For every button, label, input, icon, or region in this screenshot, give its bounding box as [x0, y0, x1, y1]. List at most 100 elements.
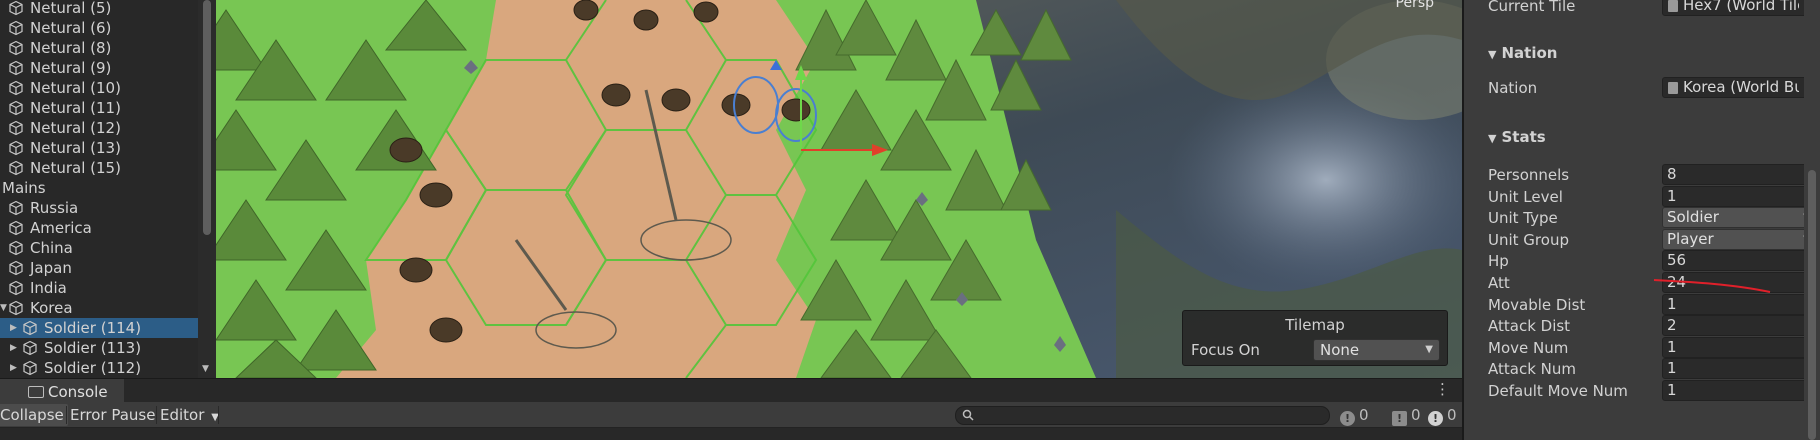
log-count[interactable]: ! 0	[1340, 405, 1369, 426]
hierarchy-item-label: Soldier (112)	[44, 359, 142, 377]
console-tab-bar: Console ⋮	[0, 378, 1462, 403]
inspector-scrollbar[interactable]	[1804, 0, 1820, 440]
move-num-value: 1	[1667, 338, 1677, 356]
attack-dist-field[interactable]: 2	[1662, 315, 1818, 336]
search-icon	[962, 409, 974, 421]
hierarchy-item-label: Soldier (113)	[44, 339, 142, 357]
move-num-row: Move Num 1	[1488, 337, 1818, 359]
personnels-label: Personnels	[1488, 166, 1570, 184]
hierarchy-item[interactable]: Netural (6)	[0, 18, 198, 38]
unit-type-row: Unit Type Soldier▼	[1488, 207, 1818, 229]
unit-group-value: Player	[1667, 230, 1714, 248]
hp-label: Hp	[1488, 252, 1509, 270]
console-log-area[interactable]	[0, 428, 1462, 440]
hierarchy-item-label: Netural (8)	[30, 39, 112, 57]
movable-dist-row: Movable Dist 1	[1488, 294, 1818, 316]
kebab-menu-icon[interactable]: ⋮	[1435, 380, 1450, 398]
gameobject-cube-icon	[9, 60, 23, 76]
editor-dropdown[interactable]: Editor ▼	[156, 404, 223, 426]
hierarchy-item[interactable]: Mains	[0, 178, 198, 198]
attack-dist-label: Attack Dist	[1488, 317, 1571, 335]
hierarchy-item[interactable]: Netural (10)	[0, 78, 198, 98]
foldout-collapsed-icon[interactable]: ▶	[10, 343, 22, 353]
movable-dist-field[interactable]: 1	[1662, 294, 1818, 315]
personnels-field[interactable]: 8	[1662, 164, 1818, 185]
default-move-num-field[interactable]: 1	[1662, 380, 1818, 401]
nation-label: Nation	[1488, 79, 1538, 97]
console-search-input[interactable]	[955, 406, 1330, 425]
hierarchy-item-label: Japan	[30, 259, 72, 277]
hierarchy-item[interactable]: ▶ Soldier (112)	[0, 358, 198, 378]
unit-level-label: Unit Level	[1488, 188, 1563, 206]
error-count[interactable]: ! 0	[1428, 405, 1457, 426]
hierarchy-item-label: Netural (9)	[30, 59, 112, 77]
hierarchy-scroll-thumb[interactable]	[203, 0, 211, 235]
hierarchy-item[interactable]: ▼ Korea	[0, 298, 198, 318]
attack-dist-row: Attack Dist 2	[1488, 315, 1818, 337]
camera-mode-label[interactable]: Persp	[1396, 0, 1435, 11]
hierarchy-item[interactable]: China	[0, 238, 198, 258]
toolbar-divider	[218, 406, 219, 424]
current-tile-field[interactable]: Hex7 (World Tile ⊙	[1662, 0, 1818, 16]
hierarchy-item[interactable]: Netural (8)	[0, 38, 198, 58]
movable-dist-value: 1	[1667, 295, 1677, 313]
tilemap-overlay-title: Tilemap	[1285, 316, 1345, 334]
hierarchy-item-label: Netural (12)	[30, 119, 121, 137]
nation-field[interactable]: Korea (World Bu ⊙	[1662, 77, 1818, 98]
move-num-field[interactable]: 1	[1662, 337, 1818, 358]
scroll-down-arrow-icon[interactable]: ▼	[202, 364, 209, 374]
hierarchy-item[interactable]: India	[0, 278, 198, 298]
nation-header[interactable]: ▼ Nation	[1488, 42, 1557, 64]
gameobject-cube-icon	[9, 20, 23, 36]
hierarchy-item-label: Russia	[30, 199, 79, 217]
error-count-value: 0	[1447, 406, 1457, 424]
focus-on-dropdown[interactable]: None ▼	[1313, 339, 1440, 361]
stats-header-label: Stats	[1501, 128, 1546, 146]
hierarchy-item[interactable]: ▶ Soldier (114)	[0, 318, 198, 338]
default-move-num-label: Default Move Num	[1488, 382, 1628, 400]
foldout-expanded-icon[interactable]: ▼	[0, 303, 12, 313]
hierarchy-item[interactable]: Netural (9)	[0, 58, 198, 78]
foldout-expanded-icon: ▼	[1488, 48, 1497, 61]
unit-group-dropdown[interactable]: Player▼	[1662, 229, 1818, 250]
hierarchy-item[interactable]: America	[0, 218, 198, 238]
foldout-collapsed-icon[interactable]: ▶	[10, 363, 22, 373]
hierarchy-item[interactable]: Netural (11)	[0, 98, 198, 118]
hierarchy-item[interactable]: Netural (12)	[0, 118, 198, 138]
hierarchy-item-label: Netural (11)	[30, 99, 121, 117]
hierarchy-item[interactable]: ▶ Soldier (113)	[0, 338, 198, 358]
tab-console[interactable]: Console	[0, 379, 124, 403]
hierarchy-item-label: Mains	[2, 179, 46, 197]
hp-value: 56	[1667, 251, 1687, 269]
hp-row: Hp 56	[1488, 250, 1818, 272]
hierarchy-item[interactable]: Netural (5)	[0, 0, 198, 18]
unit-group-row: Unit Group Player▼	[1488, 229, 1818, 251]
hp-field[interactable]: 56	[1662, 250, 1818, 271]
hierarchy-item[interactable]: Netural (13)	[0, 138, 198, 158]
gameobject-cube-icon	[9, 240, 23, 256]
stats-header[interactable]: ▼ Stats	[1488, 126, 1546, 148]
unit-type-dropdown[interactable]: Soldier▼	[1662, 207, 1818, 228]
hierarchy-item[interactable]: Russia	[0, 198, 198, 218]
scene-view[interactable]: Persp Tilemap Focus On None ▼	[216, 0, 1462, 378]
hierarchy-item[interactable]: Japan	[0, 258, 198, 278]
error-pause-button[interactable]: Error Pause	[66, 404, 159, 426]
attack-num-field[interactable]: 1	[1662, 358, 1818, 379]
hierarchy-item[interactable]: Netural (15)	[0, 158, 198, 178]
hierarchy-item-label: Soldier (114)	[44, 319, 142, 337]
movable-dist-label: Movable Dist	[1488, 296, 1586, 314]
nation-header-label: Nation	[1501, 44, 1558, 62]
inspector-scroll-thumb[interactable]	[1808, 170, 1816, 440]
default-move-num-value: 1	[1667, 381, 1677, 399]
gameobject-cube-icon	[9, 200, 23, 216]
foldout-collapsed-icon[interactable]: ▶	[10, 323, 22, 333]
warning-count[interactable]: ! 0	[1392, 405, 1421, 426]
hierarchy-panel: Netural (5) Netural (6) Netural (8) Netural…	[0, 0, 216, 378]
gameobject-cube-icon	[9, 160, 23, 176]
hierarchy-item-label: Netural (13)	[30, 139, 121, 157]
unit-level-field[interactable]: 1	[1662, 186, 1818, 207]
hierarchy-scrollbar[interactable]: ▼	[198, 0, 216, 378]
nation-row: Nation Korea (World Bu ⊙	[1488, 77, 1818, 99]
collapse-button[interactable]: Collapse	[0, 404, 68, 426]
log-count-value: 0	[1359, 406, 1369, 424]
